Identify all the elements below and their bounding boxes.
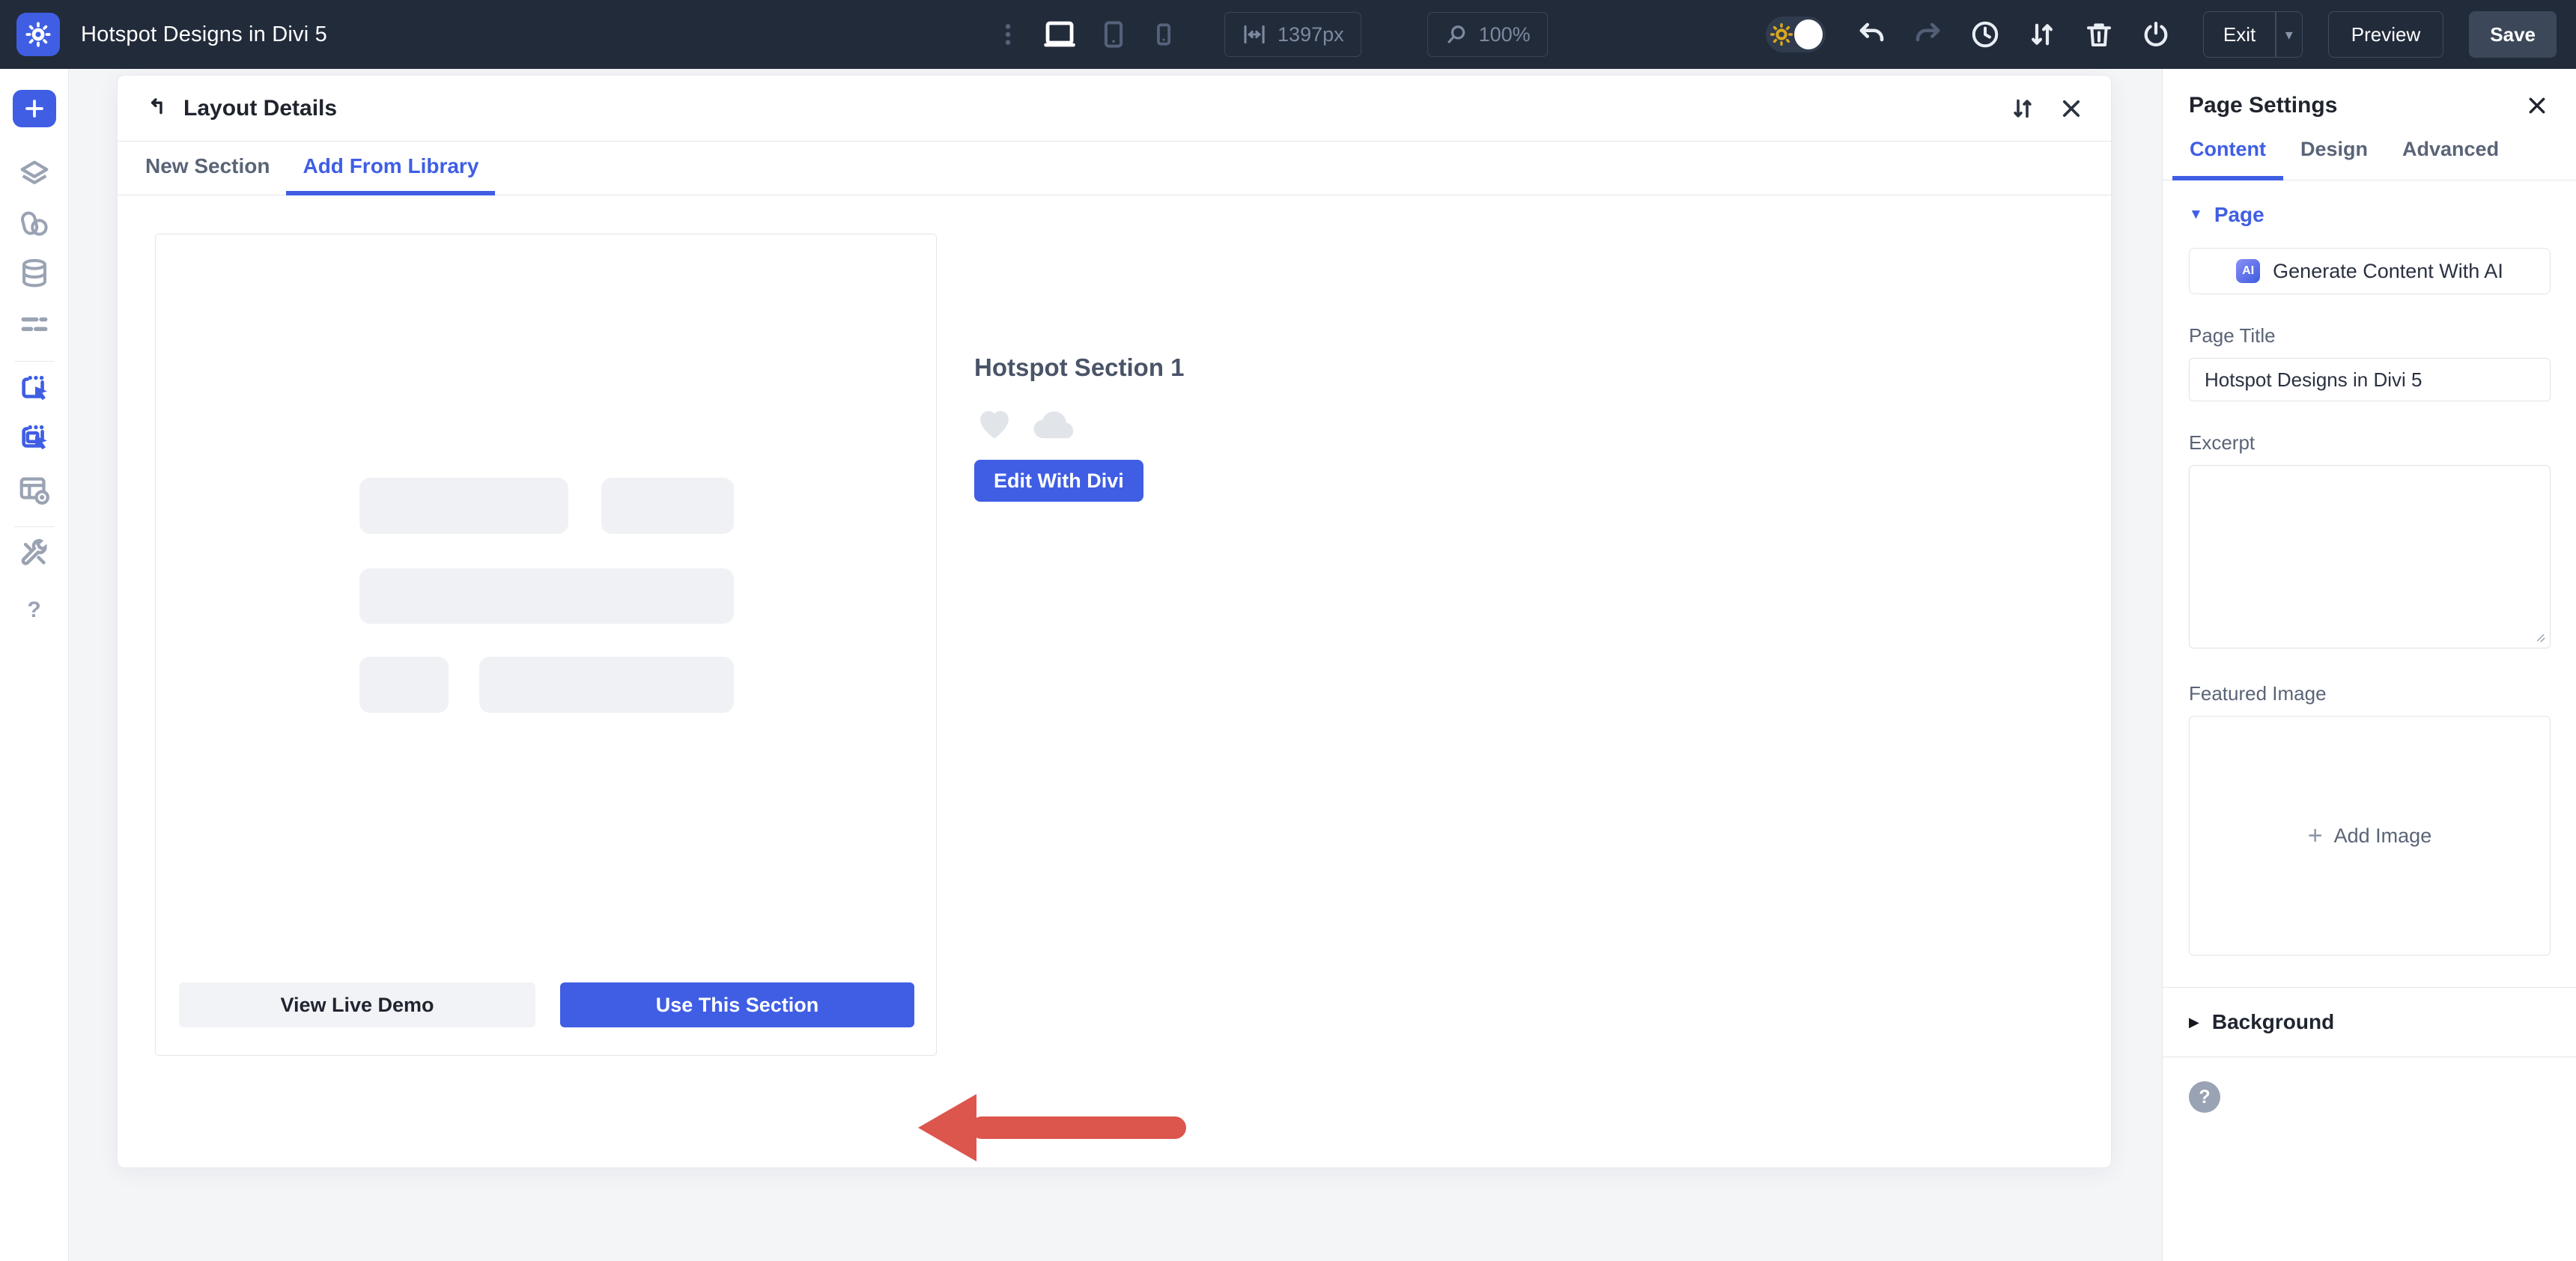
tab-new-section[interactable]: New Section [129, 142, 286, 195]
exit-label: Exit [2223, 22, 2256, 46]
sidebar-divider [13, 526, 55, 527]
insert-section-icon[interactable] [0, 371, 69, 405]
gear-icon [25, 21, 52, 48]
sort-icon[interactable] [2009, 95, 2036, 122]
database-icon[interactable] [0, 256, 69, 291]
page-group-label: Page [2214, 203, 2264, 226]
divi-settings-button[interactable] [16, 13, 60, 56]
background-group-toggle[interactable]: ▶ Background [2163, 988, 2576, 1057]
ai-icon: AI [2236, 259, 2261, 283]
skeleton-block [359, 657, 449, 713]
ai-button-label: Generate Content With AI [2273, 259, 2503, 282]
sidebar-divider [13, 361, 55, 362]
tab-advanced[interactable]: Advanced [2385, 126, 2516, 180]
canvas-width-value: 1397px [1278, 22, 1344, 46]
save-button[interactable]: Save [2469, 11, 2557, 58]
caret-right-icon: ▶ [2189, 1014, 2199, 1030]
top-bar: Hotspot Designs in Divi 5 1397px 100% Ex… [0, 0, 2576, 69]
featured-image-label: Featured Image [2189, 682, 2327, 705]
layout-details-modal: Layout Details New Section Add From Libr… [117, 75, 2112, 1168]
resize-grip-icon[interactable] [2533, 630, 2546, 643]
excerpt-textarea[interactable] [2189, 465, 2551, 648]
builder-mode-toggle[interactable] [1765, 16, 1826, 52]
skeleton-block [601, 478, 734, 534]
width-arrows-icon [1242, 22, 1267, 47]
layout-name: Hotspot Section 1 [974, 353, 1185, 381]
add-image-label: Add Image [2333, 824, 2432, 847]
modal-title: Layout Details [183, 95, 338, 121]
undo-icon[interactable] [1856, 19, 1887, 50]
plus-icon: + [2307, 821, 2323, 850]
chevron-down-icon[interactable]: ▾ [2276, 25, 2302, 44]
panel-title: Page Settings [2189, 93, 2338, 118]
history-icon[interactable] [1969, 19, 2001, 50]
cloud-icon[interactable] [1031, 404, 1081, 440]
wireframe-view-icon[interactable] [0, 307, 69, 341]
page-title-input[interactable] [2189, 358, 2551, 401]
trash-icon[interactable] [2083, 19, 2115, 50]
left-sidebar: ? [0, 69, 69, 1261]
more-options-icon[interactable] [995, 22, 1021, 47]
canvas-width-input[interactable]: 1397px [1224, 12, 1361, 57]
zoom-level-input[interactable]: 100% [1427, 12, 1548, 57]
skeleton-block [359, 568, 734, 624]
tools-icon[interactable] [0, 536, 69, 571]
close-icon[interactable] [2059, 96, 2084, 121]
tablet-view-icon[interactable] [1097, 18, 1130, 51]
page-group-toggle[interactable]: ▼ Page [2189, 203, 2550, 227]
sun-gear-icon [1769, 22, 1794, 47]
skeleton-block [479, 657, 734, 713]
back-icon[interactable] [145, 96, 170, 121]
insert-module-icon[interactable] [0, 420, 69, 455]
layers-icon[interactable] [0, 157, 69, 192]
sort-arrows-icon[interactable] [2026, 19, 2058, 50]
tab-add-from-library[interactable]: Add From Library [286, 142, 496, 195]
close-icon[interactable] [2525, 94, 2549, 118]
tab-design[interactable]: Design [2283, 126, 2385, 180]
phone-view-icon[interactable] [1149, 20, 1178, 49]
tab-content[interactable]: Content [2172, 126, 2283, 180]
power-icon[interactable] [2140, 19, 2172, 50]
heart-icon[interactable] [974, 403, 1015, 440]
zoom-level-value: 100% [1478, 22, 1531, 46]
preview-button[interactable]: Preview [2327, 11, 2444, 58]
add-element-button[interactable] [12, 90, 56, 127]
toggle-knob [1793, 19, 1823, 49]
redo-icon[interactable] [1913, 19, 1944, 50]
divi-builder-screen: Hotspot Designs in Divi 5 1397px 100% Ex… [0, 0, 2576, 1261]
page-settings-panel: Page Settings Content Design Advanced ▼ … [2162, 69, 2576, 1261]
view-live-demo-button[interactable]: View Live Demo [179, 982, 535, 1027]
skeleton-block [359, 478, 568, 534]
page-title-label: Page Title [2189, 324, 2276, 347]
layout-preview-card: View Live Demo Use This Section [155, 234, 937, 1056]
caret-down-icon: ▼ [2189, 207, 2203, 222]
design-presets-icon[interactable] [0, 207, 69, 241]
exit-button[interactable]: Exit ▾ [2202, 11, 2303, 58]
generate-content-ai-button[interactable]: AI Generate Content With AI [2189, 248, 2551, 294]
excerpt-label: Excerpt [2189, 431, 2255, 454]
desktop-view-icon[interactable] [1042, 16, 1078, 52]
help-icon[interactable]: ? [2189, 1081, 2220, 1113]
use-this-section-button[interactable]: Use This Section [560, 982, 914, 1027]
background-group-label: Background [2211, 1010, 2335, 1033]
edit-with-divi-button[interactable]: Edit With Divi [974, 460, 1143, 502]
red-arrow-annotation [918, 1092, 1189, 1164]
help-icon[interactable]: ? [0, 593, 69, 628]
featured-image-dropzone[interactable]: + Add Image [2189, 716, 2551, 955]
modal-tab-bar: New Section Add From Library [118, 142, 2111, 195]
page-preview-icon[interactable] [0, 473, 69, 507]
page-title: Hotspot Designs in Divi 5 [81, 22, 327, 46]
settings-tab-bar: Content Design Advanced [2163, 126, 2576, 180]
magnifier-icon [1445, 22, 1468, 46]
